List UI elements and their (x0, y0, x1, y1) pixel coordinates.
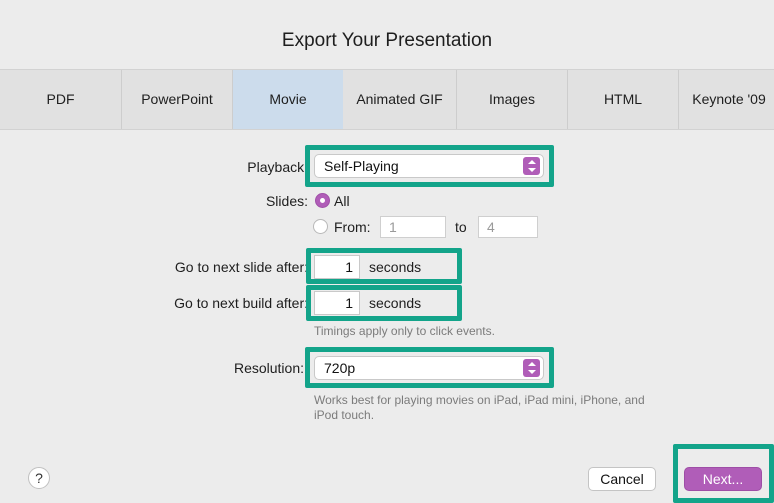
slides-from-label: From: (334, 219, 371, 235)
slides-label: Slides: (265, 193, 308, 209)
playback-popup[interactable]: Self-Playing (314, 154, 544, 178)
help-button[interactable]: ? (28, 467, 50, 489)
export-dialog: Export Your Presentation PDF PowerPoint … (0, 0, 774, 503)
slides-to-field[interactable]: 4 (478, 216, 538, 238)
next-slide-seconds-value: 1 (345, 259, 353, 275)
next-build-seconds-field[interactable]: 1 (314, 291, 360, 315)
resolution-hint-line2: iPod touch. (314, 408, 375, 422)
next-build-seconds-value: 1 (345, 295, 353, 311)
playback-value: Self-Playing (324, 158, 399, 174)
next-build-label: Go to next build after: (174, 295, 308, 311)
chevron-updown-icon (523, 157, 540, 175)
resolution-hint-line1: Works best for playing movies on iPad, i… (314, 393, 645, 407)
tab-movie[interactable]: Movie (233, 70, 343, 129)
next-build-unit: seconds (369, 295, 422, 311)
tab-animated-gif[interactable]: Animated GIF (343, 70, 457, 129)
slides-from-radio[interactable] (313, 219, 328, 234)
slides-all-radio[interactable] (315, 193, 330, 208)
slides-all-label: All (334, 193, 350, 209)
tab-images[interactable]: Images (457, 70, 568, 129)
playback-label: Playback: (247, 159, 308, 175)
timings-hint: Timings apply only to click events. (314, 324, 495, 338)
tab-pdf[interactable]: PDF (0, 70, 122, 129)
next-slide-unit: seconds (369, 259, 422, 275)
next-slide-label: Go to next slide after: (174, 259, 308, 275)
tab-powerpoint[interactable]: PowerPoint (122, 70, 233, 129)
resolution-value: 720p (324, 360, 356, 376)
export-format-tabs: PDF PowerPoint Movie Animated GIF Images… (0, 69, 774, 130)
chevron-updown-icon (523, 359, 540, 377)
tab-keynote-09[interactable]: Keynote '09 (679, 70, 774, 129)
next-button[interactable]: Next... (684, 467, 762, 491)
dialog-title: Export Your Presentation (281, 30, 493, 51)
cancel-button[interactable]: Cancel (588, 467, 656, 491)
tab-html[interactable]: HTML (568, 70, 679, 129)
resolution-popup[interactable]: 720p (314, 356, 544, 380)
slides-to-label: to (455, 219, 467, 235)
resolution-label: Resolution: (233, 360, 304, 376)
slides-from-field[interactable]: 1 (380, 216, 446, 238)
next-slide-seconds-field[interactable]: 1 (314, 255, 360, 279)
